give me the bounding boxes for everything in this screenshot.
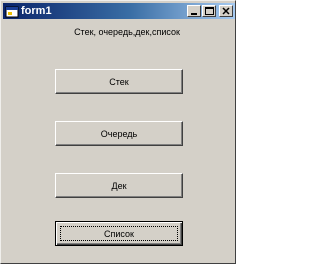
title-bar[interactable]: form1	[3, 3, 235, 19]
list-button-label: Список	[104, 228, 134, 239]
minimize-button[interactable]	[187, 5, 201, 17]
deque-button[interactable]: Дек	[55, 173, 183, 198]
stack-button[interactable]: Стек	[55, 69, 183, 94]
form1-window: form1 Стек, очередь,дек,список Стек Очер…	[0, 0, 236, 264]
maximize-button[interactable]	[202, 5, 216, 17]
queue-button[interactable]: Очередь	[55, 121, 183, 146]
form-app-icon[interactable]	[5, 4, 19, 18]
list-button[interactable]: Список	[55, 221, 183, 246]
window-title: form1	[21, 5, 52, 17]
close-button[interactable]	[219, 5, 233, 17]
minimize-icon	[191, 13, 197, 15]
header-label: Стек, очередь,дек,список	[74, 27, 180, 37]
maximize-icon	[205, 7, 214, 15]
close-icon	[222, 7, 230, 15]
